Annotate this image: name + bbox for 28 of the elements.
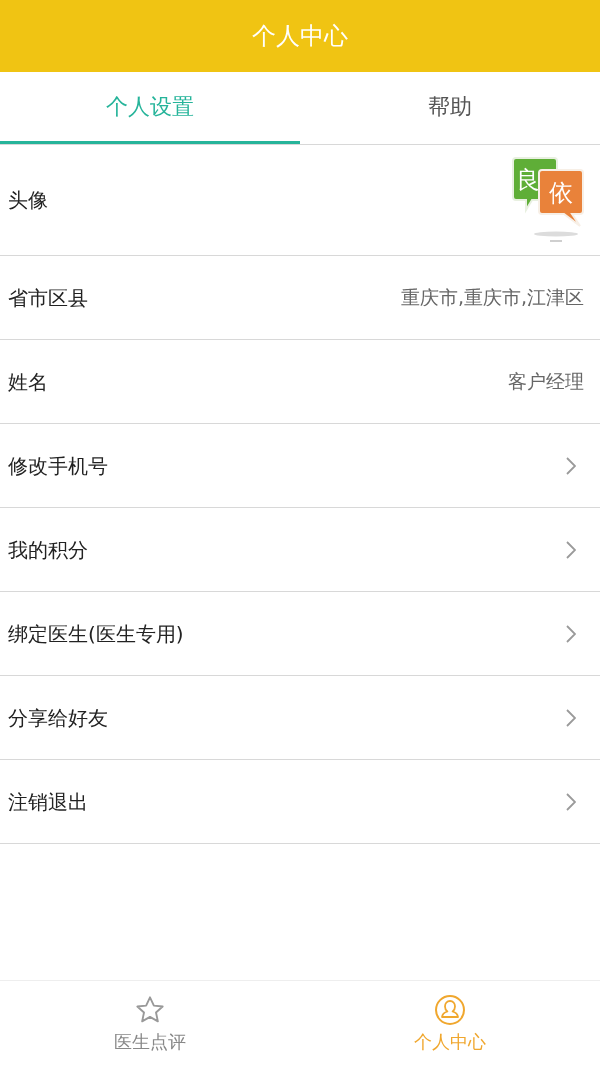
list-item[interactable]: 绑定医生(医生专用) (0, 592, 600, 676)
list-item[interactable]: 姓名 客户经理 (0, 340, 600, 424)
item-value: 客户经理 (508, 369, 584, 395)
item-label: 头像 (8, 187, 48, 214)
item-label: 我的积分 (8, 536, 88, 564)
item-value: 重庆市,重庆市,江津区 (400, 285, 584, 311)
nav-tab[interactable]: 医生点评 (0, 981, 300, 1067)
item-label: 分享给好友 (8, 704, 108, 732)
item-label: 注销退出 (8, 788, 88, 816)
item-label: 省市区县 (8, 284, 88, 312)
chevron-right-icon (566, 708, 576, 727)
avatar-logo: 良 依 (512, 156, 584, 244)
tab[interactable]: 帮助 (300, 72, 600, 144)
list-item[interactable]: 省市区县 重庆市,重庆市,江津区 (0, 256, 600, 340)
list-item[interactable]: 我的积分 (0, 508, 600, 592)
list-item[interactable]: 修改手机号 (0, 424, 600, 508)
chevron-right-icon (566, 792, 576, 811)
user-circle-icon (434, 993, 466, 1026)
list-item[interactable]: 头像 良 依 (0, 145, 600, 256)
chevron-right-icon (566, 624, 576, 643)
item-label: 修改手机号 (8, 452, 108, 480)
list-item[interactable]: 分享给好友 (0, 676, 600, 760)
chevron-right-icon (566, 456, 576, 475)
chevron-right-icon (566, 540, 576, 559)
page-title: 个人中心 (252, 21, 348, 52)
item-label: 姓名 (8, 368, 48, 396)
item-label: 绑定医生(医生专用) (8, 620, 184, 648)
list-item[interactable]: 注销退出 (0, 760, 600, 844)
